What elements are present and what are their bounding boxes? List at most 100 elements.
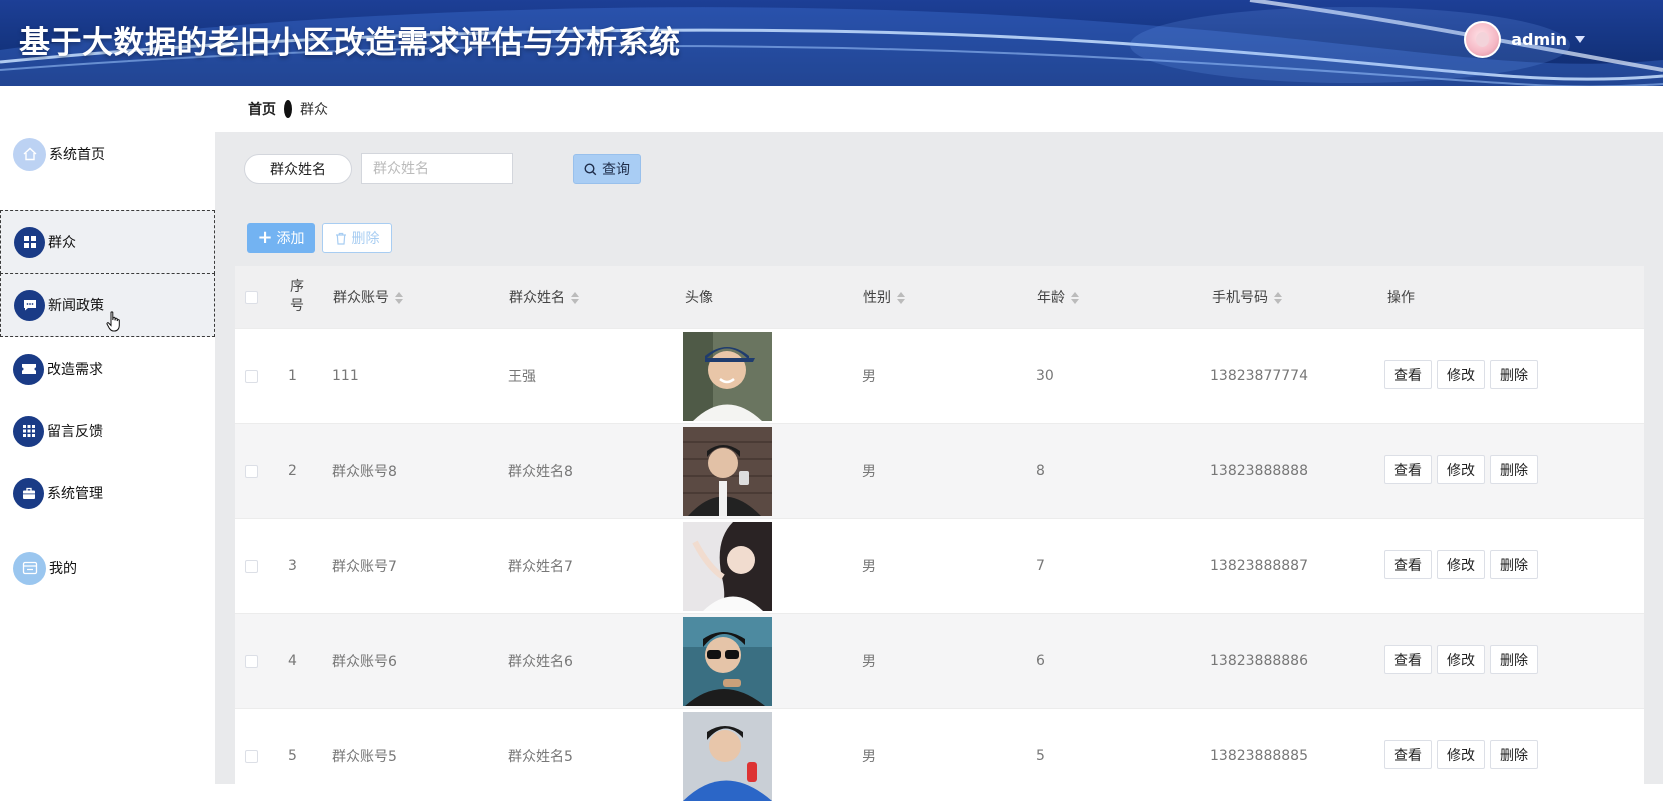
- row-avatar-image: [683, 617, 772, 706]
- edit-button[interactable]: 修改: [1437, 550, 1485, 579]
- home-icon: [13, 137, 46, 171]
- table-row: 5 群众账号5 群众姓名5 男 5 13823888885 查看 修改 删除: [235, 708, 1644, 803]
- column-header-phone-label: 手机号码: [1212, 290, 1268, 306]
- query-button[interactable]: 查询: [573, 154, 641, 184]
- column-header-seq-top: 序: [290, 279, 304, 295]
- app-header: 基于大数据的老旧小区改造需求评估与分析系统 admin: [0, 0, 1663, 86]
- batch-delete-button[interactable]: 删除: [322, 223, 392, 253]
- chevron-down-icon[interactable]: [1575, 36, 1585, 43]
- search-field-label: 群众姓名: [244, 154, 352, 184]
- sort-icon[interactable]: [395, 292, 403, 304]
- query-button-label: 查询: [602, 162, 630, 178]
- delete-button[interactable]: 删除: [1490, 455, 1538, 484]
- sidebar-item-renovation-demand[interactable]: 改造需求: [0, 337, 215, 401]
- add-button[interactable]: + 添加: [247, 223, 315, 253]
- sidebar-item-label: 改造需求: [47, 362, 103, 378]
- sort-icon[interactable]: [897, 292, 905, 304]
- cell-seq: 5: [288, 748, 297, 764]
- search-name-input[interactable]: [361, 153, 513, 184]
- cell-name: 王强: [508, 369, 536, 385]
- batch-delete-label: 删除: [351, 231, 380, 247]
- cell-account: 群众账号5: [332, 749, 397, 765]
- cell-age: 5: [1036, 748, 1045, 764]
- cell-phone: 13823888885: [1210, 748, 1308, 764]
- cell-account: 111: [332, 368, 359, 384]
- breadcrumb: 首页 群众: [215, 86, 1663, 132]
- trash-icon: [335, 232, 346, 245]
- sidebar-item-mine[interactable]: 我的: [0, 536, 215, 600]
- column-header-phone[interactable]: 手机号码: [1212, 287, 1282, 307]
- cell-gender: 男: [862, 654, 876, 670]
- row-checkbox[interactable]: [245, 749, 258, 763]
- hand-cursor-icon: [106, 311, 120, 332]
- sidebar-item-system-management[interactable]: 系统管理: [0, 461, 215, 525]
- sidebar-item-label: 群众: [48, 235, 76, 251]
- cell-name: 群众姓名7: [508, 559, 573, 575]
- column-header-name[interactable]: 群众姓名: [509, 287, 579, 307]
- sidebar-item-label: 系统管理: [47, 486, 103, 502]
- sidebar-item-home[interactable]: 系统首页: [0, 122, 215, 186]
- column-header-gender-label: 性别: [863, 290, 891, 306]
- username[interactable]: admin: [1511, 30, 1567, 49]
- cell-name: 群众姓名6: [508, 654, 573, 670]
- cell-gender: 男: [862, 369, 876, 385]
- delete-button[interactable]: 删除: [1490, 550, 1538, 579]
- column-header-age-label: 年龄: [1037, 290, 1065, 306]
- delete-button[interactable]: 删除: [1490, 740, 1538, 769]
- delete-button[interactable]: 删除: [1490, 645, 1538, 674]
- table-row: 4 群众账号6 群众姓名6 男 6 13823888886 查看 修改 删除: [235, 613, 1644, 708]
- column-header-age[interactable]: 年龄: [1037, 287, 1079, 307]
- cell-seq: 3: [288, 558, 297, 574]
- sort-icon[interactable]: [571, 292, 579, 304]
- column-header-account[interactable]: 群众账号: [333, 287, 403, 307]
- apps-icon: [13, 415, 44, 447]
- cell-seq: 2: [288, 463, 297, 479]
- cell-account: 群众账号8: [332, 464, 397, 480]
- sort-icon[interactable]: [1274, 292, 1282, 304]
- edit-button[interactable]: 修改: [1437, 455, 1485, 484]
- view-button[interactable]: 查看: [1384, 645, 1432, 674]
- cell-age: 6: [1036, 653, 1045, 669]
- view-button[interactable]: 查看: [1384, 360, 1432, 389]
- cell-account: 群众账号7: [332, 559, 397, 575]
- sort-icon[interactable]: [1071, 292, 1079, 304]
- table-row: 3 群众账号7 群众姓名7 男 7 13823888887 查看 修改 删除: [235, 518, 1644, 613]
- view-button[interactable]: 查看: [1384, 740, 1432, 769]
- view-button[interactable]: 查看: [1384, 550, 1432, 579]
- breadcrumb-current: 群众: [300, 102, 328, 118]
- user-menu[interactable]: admin: [1464, 21, 1585, 58]
- row-checkbox[interactable]: [245, 369, 258, 383]
- breadcrumb-home[interactable]: 首页: [248, 99, 276, 119]
- column-header-seq: 序号: [289, 278, 305, 316]
- table-row: 2 群众账号8 群众姓名8 男 8 13823888888 查看 修改 删除: [235, 423, 1644, 518]
- card-icon: [13, 551, 46, 585]
- delete-button[interactable]: 删除: [1490, 360, 1538, 389]
- table-header: 序号 群众账号 群众姓名 头像 性别 年龄 手机号码 操作: [235, 266, 1644, 328]
- sidebar-item-label: 我的: [49, 561, 77, 577]
- column-header-account-label: 群众账号: [333, 290, 389, 306]
- sidebar: 系统首页 群众 新闻政策 改造需求 留言反馈 系统管理 我的: [0, 86, 215, 784]
- select-all-checkbox[interactable]: [245, 290, 258, 304]
- search-icon: [584, 162, 597, 175]
- cell-gender: 男: [862, 464, 876, 480]
- edit-button[interactable]: 修改: [1437, 360, 1485, 389]
- edit-button[interactable]: 修改: [1437, 740, 1485, 769]
- cell-gender: 男: [862, 559, 876, 575]
- sidebar-item-masses[interactable]: 群众: [0, 210, 215, 274]
- row-checkbox[interactable]: [245, 464, 258, 478]
- edit-button[interactable]: 修改: [1437, 645, 1485, 674]
- cell-gender: 男: [862, 749, 876, 765]
- row-checkbox[interactable]: [245, 559, 258, 573]
- ticket-icon: [13, 353, 44, 385]
- masses-table: 序号 群众账号 群众姓名 头像 性别 年龄 手机号码 操作 1 111 王强 男…: [235, 266, 1644, 803]
- sidebar-item-feedback[interactable]: 留言反馈: [0, 399, 215, 463]
- cell-phone: 13823888887: [1210, 558, 1308, 574]
- column-header-gender[interactable]: 性别: [863, 287, 905, 307]
- cell-age: 30: [1036, 368, 1054, 384]
- cell-seq: 1: [288, 368, 297, 384]
- row-checkbox[interactable]: [245, 654, 258, 668]
- user-avatar[interactable]: [1464, 21, 1502, 58]
- view-button[interactable]: 查看: [1384, 455, 1432, 484]
- chat-icon: [14, 289, 45, 321]
- row-avatar-image: [683, 332, 772, 421]
